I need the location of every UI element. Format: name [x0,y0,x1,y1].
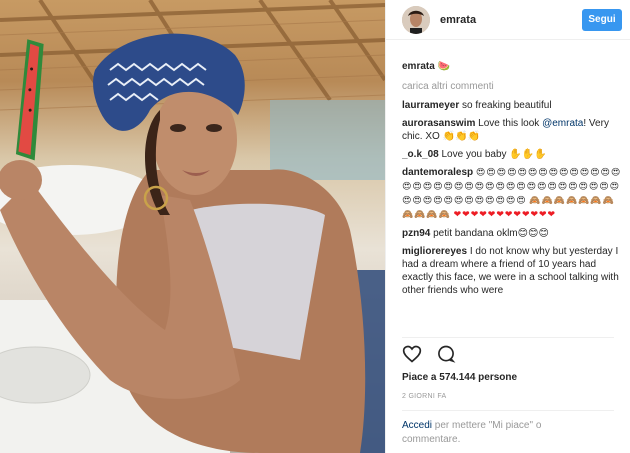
comment-bubble-icon[interactable] [436,344,456,364]
action-bar [402,344,456,364]
comment-item: aurorasanswim Love this look @emrata! Ve… [402,117,624,143]
comment-text: petit bandana oklm😊😊😊 [433,228,549,239]
post-timestamp: 2 GIORNI FA [402,393,447,400]
comment-mention-link[interactable]: @emrata [542,118,583,129]
post-side-panel: emrata Segui emrata 🍉 carica altri comme… [385,0,630,453]
comment-item: _o.k_08 Love you baby ✋✋✋ [402,148,624,161]
login-link[interactable]: Accedi [402,420,432,431]
divider [402,337,614,338]
divider [402,410,614,411]
add-comment-prompt: Accedi per mettere "Mi piace" o commenta… [402,419,602,447]
avatar-image [402,5,430,34]
comment-text: so freaking beautiful [462,100,552,111]
caption-username[interactable]: emrata [402,61,435,72]
comment-username[interactable]: laurrameyer [402,100,459,111]
comment-username[interactable]: pzn94 [402,228,430,239]
caption: emrata 🍉 [402,60,624,73]
photo-illustration [0,0,385,453]
comment-username[interactable]: _o.k_08 [402,149,439,160]
comment-text: Love this look [478,118,543,129]
likes-count[interactable]: Piace a 574.144 persone [402,372,517,383]
comment-item: migliorereyes I do not know why but yest… [402,245,624,297]
comment-item: pzn94 petit bandana oklm😊😊😊 [402,227,624,240]
load-more-comments-link[interactable]: carica altri commenti [402,81,624,92]
comment-username[interactable]: dantemoralesp [402,167,473,178]
follow-button[interactable]: Segui [582,8,622,31]
post-author-username[interactable]: emrata [440,14,582,26]
comment-text: Love you baby ✋✋✋ [441,149,547,160]
caption-text: 🍉 [437,61,451,72]
comment-username[interactable]: aurorasanswim [402,118,475,129]
heart-outline-icon[interactable] [402,344,422,364]
comment-item: laurrameyer so freaking beautiful [402,99,624,112]
avatar[interactable] [402,5,430,34]
post-header: emrata Segui [386,0,630,40]
instagram-post: emrata Segui emrata 🍉 carica altri comme… [0,0,630,453]
comment-username[interactable]: migliorereyes [402,246,467,257]
post-photo [0,0,385,453]
comments-list[interactable]: emrata 🍉 carica altri commenti laurramey… [402,60,624,335]
heart-emoji-row: ❤❤❤❤❤❤❤❤❤❤❤❤ [453,210,557,220]
comment-item: dantemoralesp 😍😍😍😍😍😍😍😍😍😍😍😍😍😍😍😍😍😍😍😍😍😍😍😍😍😍… [402,166,624,222]
